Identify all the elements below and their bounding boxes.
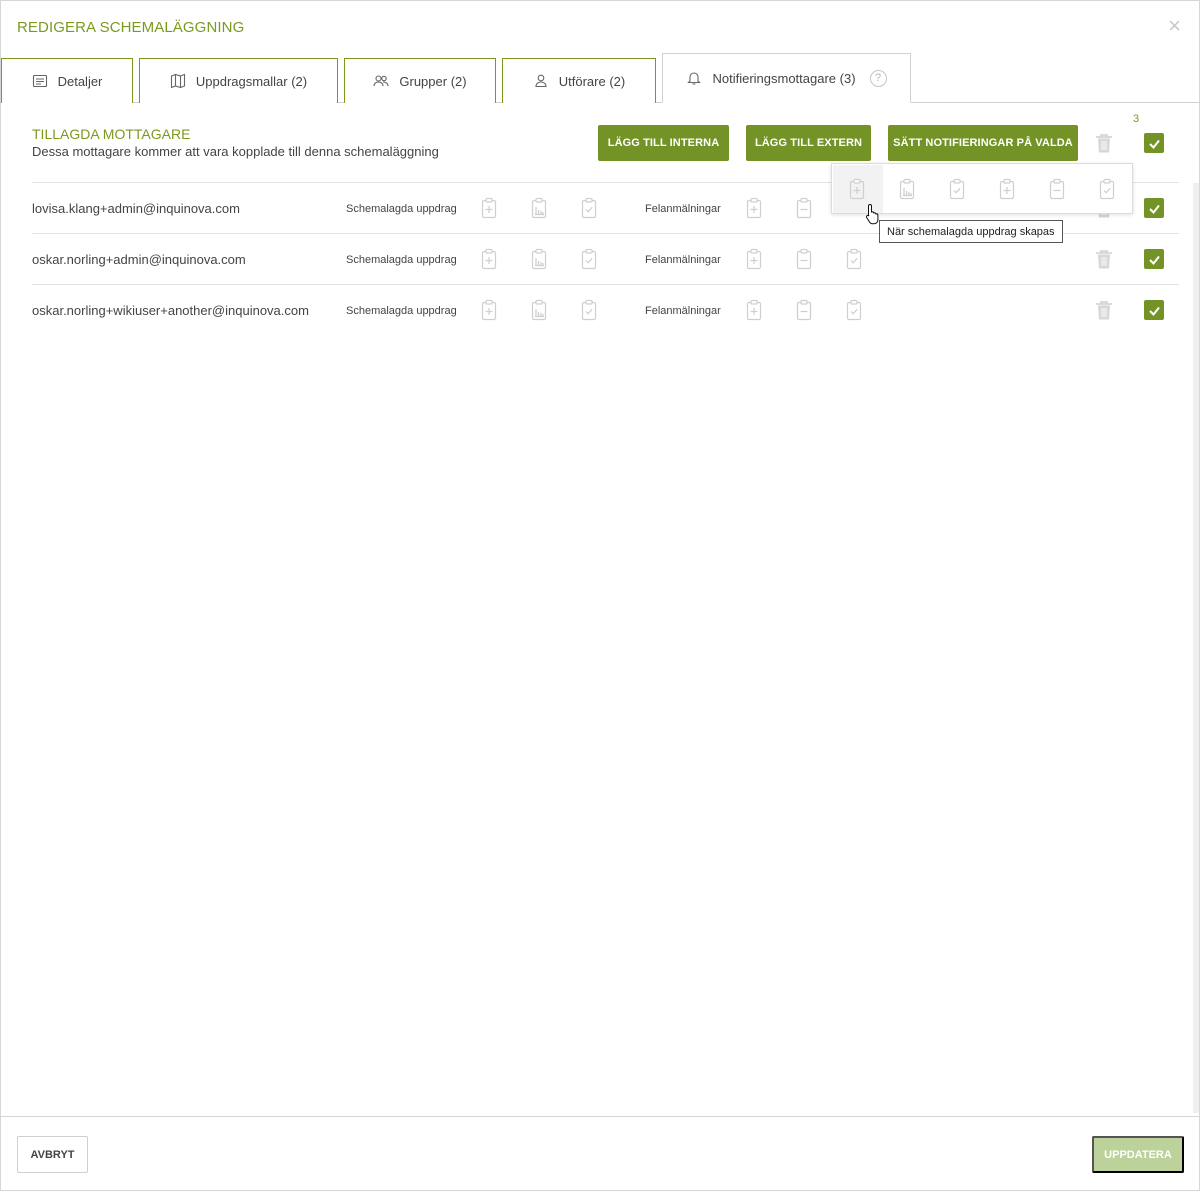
check-icon: [1148, 306, 1160, 315]
clipboard-check-icon[interactable]: [1098, 178, 1116, 200]
map-icon: [170, 73, 185, 89]
section-subtitle: Dessa mottagare kommer att vara kopplade…: [32, 144, 439, 159]
selected-count: 3: [1133, 113, 1140, 125]
update-button[interactable]: UPPDATERA: [1092, 1136, 1184, 1173]
recipient-row: oskar.norling+wikiuser+another@inquinova…: [1, 285, 1200, 335]
check-icon: [1148, 255, 1160, 264]
clipboard-plus-icon[interactable]: [480, 197, 498, 219]
set-notifications-button[interactable]: SÄTT NOTIFIERINGAR PÅ VALDA: [888, 125, 1078, 161]
clipboard-check-icon[interactable]: [845, 299, 863, 321]
help-icon[interactable]: ?: [869, 69, 887, 87]
clipboard-chart-icon[interactable]: [530, 197, 548, 219]
group-label-faults: Felanmälningar: [645, 254, 721, 266]
add-external-button[interactable]: LÄGG TILL EXTERN: [746, 125, 871, 161]
tab-groups[interactable]: Grupper (2): [344, 58, 496, 103]
group-label-scheduled: Schemalagda uppdrag: [346, 305, 457, 317]
clipboard-check-icon[interactable]: [845, 248, 863, 270]
row-checkbox[interactable]: [1144, 300, 1164, 320]
close-icon[interactable]: ×: [1168, 15, 1181, 37]
clipboard-check-icon[interactable]: [580, 197, 598, 219]
list-icon: [32, 74, 47, 88]
clipboard-plus-icon[interactable]: [480, 248, 498, 270]
tab-performers[interactable]: Utförare (2): [502, 58, 656, 103]
group-label-faults: Felanmälningar: [645, 305, 721, 317]
clipboard-minus-icon[interactable]: [795, 197, 813, 219]
clipboard-minus-icon[interactable]: [795, 248, 813, 270]
clipboard-check-icon[interactable]: [580, 248, 598, 270]
clipboard-minus-icon[interactable]: [795, 299, 813, 321]
tab-label: Uppdragsmallar (2): [195, 73, 308, 89]
section-title: TILLAGDA MOTTAGARE: [32, 126, 191, 142]
dialog-title: REDIGERA SCHEMALÄGGNING: [17, 19, 245, 36]
add-internal-button[interactable]: LÄGG TILL INTERNA: [598, 125, 729, 161]
footer-divider: [1, 1116, 1200, 1117]
row-checkbox[interactable]: [1144, 198, 1164, 218]
trash-icon[interactable]: [1095, 133, 1113, 153]
tab-label: Utförare (2): [558, 73, 626, 89]
recipient-email: oskar.norling+wikiuser+another@inquinova…: [32, 303, 309, 318]
tab-label: Notifieringsmottagare (3): [712, 70, 856, 86]
group-label-faults: Felanmälningar: [645, 203, 721, 215]
check-icon: [1148, 139, 1160, 148]
clipboard-plus-icon[interactable]: [745, 299, 763, 321]
tab-bar: Detaljer Uppdragsmallar (2) Grupper (2) …: [1, 53, 1200, 103]
cancel-button[interactable]: AVBRYT: [17, 1136, 88, 1173]
recipient-email: oskar.norling+admin@inquinova.com: [32, 252, 246, 267]
group-label-scheduled: Schemalagda uppdrag: [346, 254, 457, 266]
scrollbar[interactable]: [1193, 183, 1199, 1113]
tab-templates[interactable]: Uppdragsmallar (2): [139, 58, 338, 103]
users-icon: [373, 75, 389, 87]
tab-label: Grupper (2): [399, 73, 467, 89]
tab-label: Detaljer: [57, 73, 103, 89]
clipboard-check-icon[interactable]: [580, 299, 598, 321]
clipboard-plus-icon[interactable]: [745, 197, 763, 219]
edit-schedule-dialog: REDIGERA SCHEMALÄGGNING × Detaljer Uppdr…: [0, 0, 1200, 1191]
trash-icon[interactable]: [1095, 249, 1113, 269]
recipient-email: lovisa.klang+admin@inquinova.com: [32, 201, 240, 216]
clipboard-chart-icon[interactable]: [530, 299, 548, 321]
clipboard-minus-icon[interactable]: [1048, 178, 1066, 200]
group-label-scheduled: Schemalagda uppdrag: [346, 203, 457, 215]
clipboard-plus-icon[interactable]: [848, 178, 866, 200]
tab-notification-recipients[interactable]: Notifieringsmottagare (3) ?: [662, 53, 911, 103]
clipboard-chart-icon[interactable]: [530, 248, 548, 270]
clipboard-plus-icon[interactable]: [480, 299, 498, 321]
clipboard-plus-icon[interactable]: [998, 178, 1016, 200]
clipboard-chart-icon[interactable]: [898, 178, 916, 200]
check-icon: [1148, 204, 1160, 213]
clipboard-check-icon[interactable]: [948, 178, 966, 200]
tooltip: När schemalagda uppdrag skapas: [879, 220, 1063, 243]
select-all-checkbox[interactable]: [1144, 133, 1164, 153]
tab-details[interactable]: Detaljer: [1, 58, 133, 103]
clipboard-plus-icon[interactable]: [745, 248, 763, 270]
trash-icon[interactable]: [1095, 300, 1113, 320]
user-icon: [535, 74, 547, 88]
bell-icon: [687, 72, 702, 85]
row-checkbox[interactable]: [1144, 249, 1164, 269]
